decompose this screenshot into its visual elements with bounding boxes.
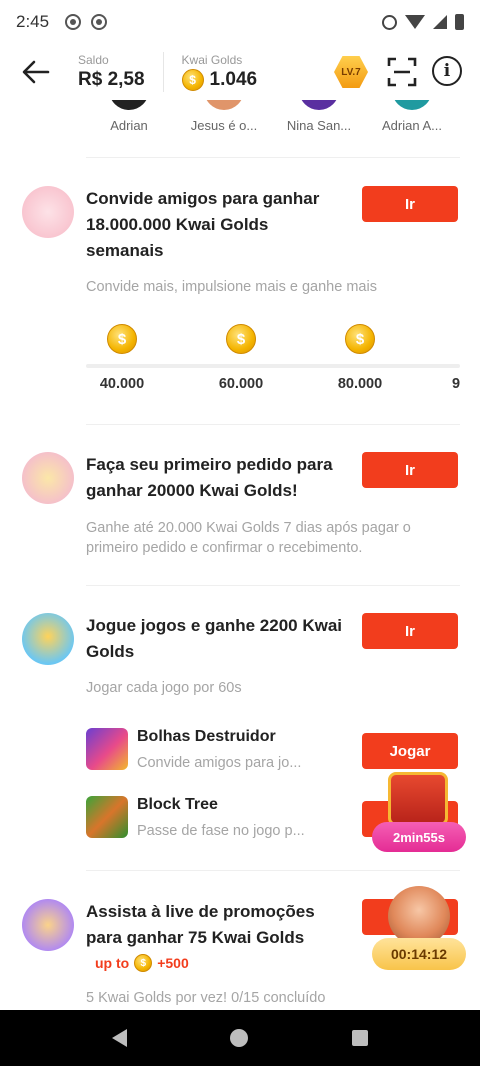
live-gift-icon [388,886,450,946]
live-float-widget[interactable]: 00:14:12 [372,886,466,972]
friend-avatar[interactable]: Adrian A... [364,100,460,133]
task-title: Convide amigos para ganhar 18.000.000 Kw… [86,189,320,260]
upto-value: +500 [157,955,189,971]
status-bar: 2:45 [0,0,480,44]
alarm-icon [382,14,397,30]
scan-icon [387,57,417,87]
shopping-bag-icon [22,452,74,504]
golds-label: Kwai Golds [181,53,243,67]
game-name: Bolhas Destruidor [137,728,276,745]
wifi-icon [405,15,425,29]
saldo-block[interactable]: Saldo R$ 2,58 [78,53,145,91]
saldo-label: Saldo [78,53,109,67]
info-button[interactable]: i [432,56,462,86]
nav-home-icon[interactable] [230,1029,249,1047]
upto-reward: up to $ +500 [95,954,189,972]
saldo-value: R$ 2,58 [78,69,145,90]
coin-icon: $ [345,324,375,354]
task-description: 5 Kwai Golds por vez! 0/15 concluído [86,990,326,1006]
coin-icon: $ [226,324,256,354]
golds-block[interactable]: Kwai Golds $ 1.046 [181,53,258,91]
notification-icon [91,14,108,30]
treasure-chest-icon [388,772,448,826]
coin-icon: $ [181,69,204,91]
milestone-amount: 9 [451,376,460,392]
milestone-amount: 40.000 [99,376,145,392]
task-description: Convide mais, impulsione mais e ganhe ma… [86,279,377,295]
divider [86,157,460,158]
arrow-left-icon [22,60,50,84]
play-games-go-button[interactable]: Ir [362,613,458,649]
friend-avatar[interactable]: Nina San... [271,100,367,133]
invite-milestones: $ 40.000 $ 60.000 $ 80.000 9 [86,324,460,404]
milestone: $ 40.000 [86,324,162,392]
milestone-amount: 60.000 [218,376,264,392]
live-shopping-icon [22,899,74,951]
avatar [299,100,339,110]
friend-name: Adrian [110,118,148,133]
game-controller-icon [22,613,74,665]
milestone: 9 [416,324,460,392]
task-description: Ganhe até 20.000 Kwai Golds 7 dias após … [86,520,411,556]
coin-icon: $ [134,954,153,972]
block-game-thumbnail [86,796,128,838]
signal-icon [433,15,447,29]
milestone: $ 80.000 [320,324,400,392]
friend-avatar[interactable]: Adrian [81,100,177,133]
play-bolhas-button[interactable]: Jogar [362,733,458,769]
game-description: Convide amigos para jo... [137,755,302,771]
game-name: Block Tree [137,796,218,813]
coin-icon: $ [107,324,137,354]
milestone: $ 60.000 [201,324,281,392]
divider [86,424,460,425]
divider [86,585,460,586]
friends-row: Adrian Jesus é o... Nina San... Adrian A… [0,100,480,156]
upto-label: up to [95,955,130,971]
record-icon [65,14,82,30]
task-title: Jogue jogos e ganhe 2200 Kwai Golds [86,616,343,661]
task-title: Faça seu primeiro pedido para ganhar 200… [86,455,333,500]
avatar [109,100,149,110]
live-timer: 00:14:12 [372,938,466,970]
info-icon: i [443,61,451,81]
game-item[interactable]: Bolhas Destruidor Convide amigos para jo… [86,728,346,774]
friend-avatar[interactable]: Jesus é o... [176,100,272,133]
bubble-game-thumbnail [86,728,128,770]
friend-name: Nina San... [286,118,352,133]
header-divider [162,52,164,92]
treasure-chest-widget[interactable]: 2min55s [372,772,466,854]
task-description: Jogar cada jogo por 60s [86,680,242,696]
divider [86,870,460,871]
invite-gift-icon [22,186,74,238]
game-description: Passe de fase no jogo p... [137,823,305,839]
scan-button[interactable] [386,56,418,88]
battery-icon [455,14,464,30]
invite-go-button[interactable]: Ir [362,186,458,222]
friend-name: Adrian A... [382,118,442,133]
friend-name: Jesus é o... [190,118,258,133]
back-button[interactable] [18,54,54,90]
game-item[interactable]: Block Tree Passe de fase no jogo p... [86,796,346,842]
first-order-go-button[interactable]: Ir [362,452,458,488]
nav-back-icon[interactable] [111,1029,127,1047]
avatar [204,100,244,110]
system-nav-bar [0,1010,480,1066]
golds-value: 1.046 [209,69,258,90]
nav-recents-icon[interactable] [352,1030,369,1046]
status-time: 2:45 [16,12,50,31]
avatar [392,100,432,110]
milestone-amount: 80.000 [337,376,383,392]
chest-timer: 2min55s [372,822,466,852]
task-title: Assista à live de promoções para ganhar … [86,902,315,947]
